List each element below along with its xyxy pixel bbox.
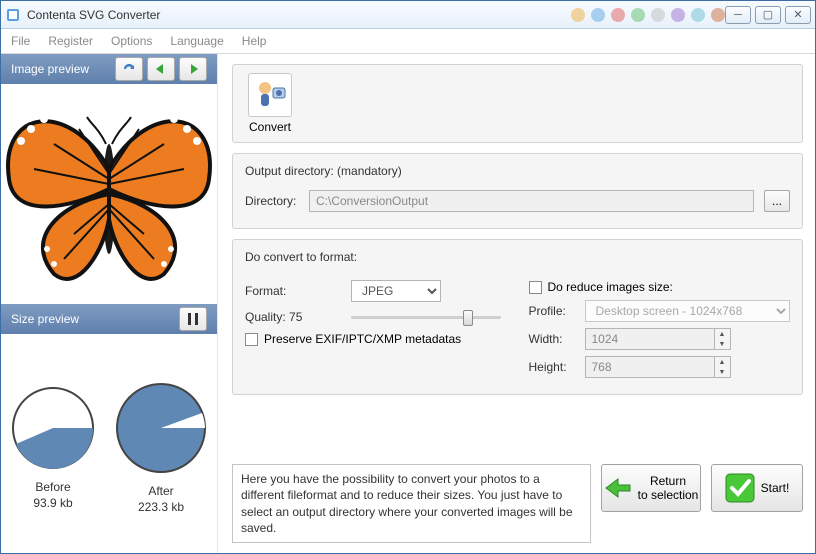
width-spinner[interactable]: ▲▼ (715, 328, 731, 350)
convert-button[interactable]: Convert (243, 73, 297, 134)
refresh-icon (121, 62, 137, 76)
app-icon (5, 7, 21, 23)
background-toolbar-blur (571, 8, 725, 22)
menubar: File Register Options Language Help (1, 29, 815, 54)
size-preview-header: Size preview (1, 304, 217, 334)
preserve-metadata-checkbox[interactable]: Preserve EXIF/IPTC/XMP metadatas (245, 332, 507, 346)
profile-label: Profile: (529, 304, 575, 318)
preserve-label: Preserve EXIF/IPTC/XMP metadatas (264, 332, 461, 346)
profile-select[interactable]: Desktop screen - 1024x768 (585, 300, 791, 322)
checkbox-icon (245, 333, 258, 346)
reduce-size-checkbox[interactable]: Do reduce images size: (529, 280, 791, 294)
toolbar-group: Convert (232, 64, 803, 143)
height-spinner[interactable]: ▲▼ (715, 356, 731, 378)
menu-file[interactable]: File (11, 34, 30, 48)
height-label: Height: (529, 360, 575, 374)
help-text: Here you have the possibility to convert… (232, 464, 591, 543)
menu-help[interactable]: Help (242, 34, 267, 48)
start-button[interactable]: Start! (711, 464, 803, 512)
minimize-button[interactable]: ─ (725, 6, 751, 24)
pause-icon (188, 313, 198, 325)
width-input[interactable] (585, 328, 715, 350)
format-group-label: Do convert to format: (245, 250, 790, 264)
image-preview-header: Image preview (1, 54, 217, 84)
image-preview-label: Image preview (11, 62, 111, 76)
arrow-right-icon (185, 63, 201, 75)
close-button[interactable]: ✕ (785, 6, 811, 24)
format-select[interactable]: JPEG (351, 280, 441, 302)
window-title: Contenta SVG Converter (27, 8, 559, 22)
next-image-button[interactable] (179, 57, 207, 81)
before-label: Before (11, 479, 95, 495)
reduce-label: Do reduce images size: (548, 280, 673, 294)
after-pie: After223.3 kb (115, 382, 207, 515)
directory-input[interactable] (309, 190, 754, 212)
image-preview (1, 84, 217, 304)
before-pie: Before93.9 kb (11, 386, 95, 511)
refresh-preview-button[interactable] (115, 57, 143, 81)
menu-language[interactable]: Language (170, 34, 223, 48)
output-directory-group: Output directory: (mandatory) Directory:… (232, 153, 803, 229)
maximize-button[interactable]: ▢ (755, 6, 781, 24)
menu-register[interactable]: Register (48, 34, 93, 48)
convert-label: Convert (243, 120, 297, 134)
checkbox-icon (529, 281, 542, 294)
pause-button[interactable] (179, 307, 207, 331)
checkmark-icon (725, 473, 755, 503)
return-button[interactable]: Returnto selection (601, 464, 701, 512)
menu-options[interactable]: Options (111, 34, 152, 48)
after-size: 223.3 kb (115, 499, 207, 515)
after-label: After (115, 483, 207, 499)
arrow-left-icon (153, 63, 169, 75)
format-group: Do convert to format: Format: JPEG Quali… (232, 239, 803, 395)
quality-label: Quality: 75 (245, 310, 341, 324)
before-size: 93.9 kb (11, 495, 95, 511)
prev-image-button[interactable] (147, 57, 175, 81)
convert-icon (248, 73, 292, 117)
directory-label: Directory: (245, 194, 299, 208)
butterfly-image (4, 94, 214, 294)
quality-slider[interactable] (351, 308, 501, 326)
format-label: Format: (245, 284, 341, 298)
browse-directory-button[interactable]: ... (764, 190, 790, 212)
size-preview-label: Size preview (11, 312, 175, 326)
titlebar: Contenta SVG Converter ─ ▢ ✕ (1, 1, 815, 29)
arrow-left-icon (604, 477, 632, 499)
output-group-label: Output directory: (mandatory) (245, 164, 790, 178)
width-label: Width: (529, 332, 575, 346)
height-input[interactable] (585, 356, 715, 378)
